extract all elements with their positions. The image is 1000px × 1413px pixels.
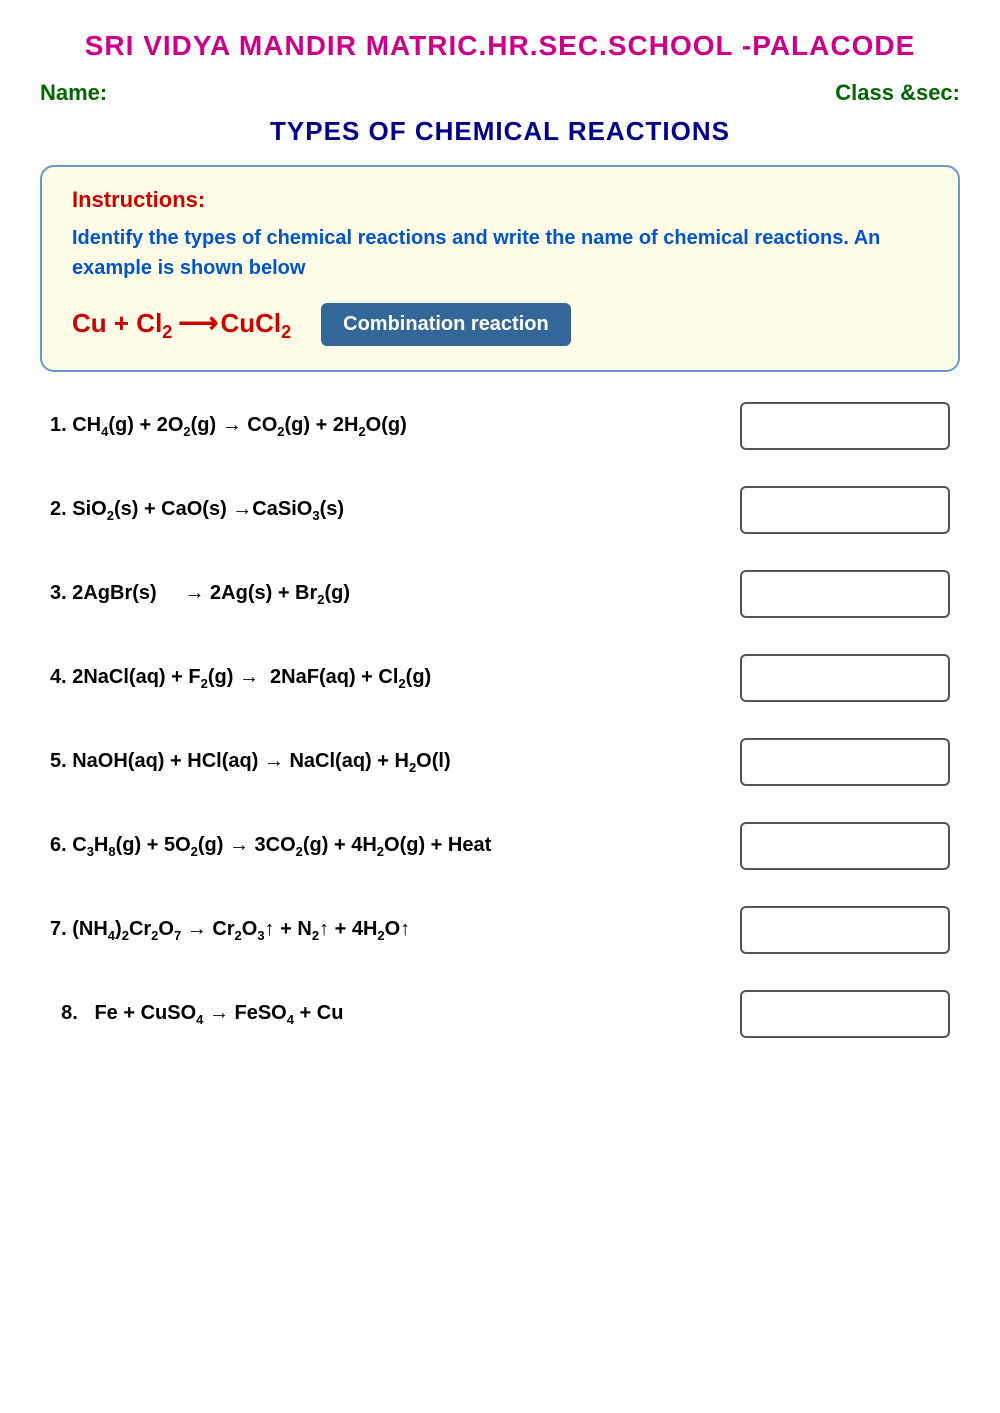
instructions-text: Identify the types of chemical reactions…	[72, 223, 928, 283]
question-2-text: 2. SiO2(s) + CaO(s) →CaSiO3(s)	[50, 498, 740, 523]
question-row-1: 1. CH4(g) + 2O2(g) → CO2(g) + 2H2O(g)	[50, 402, 950, 450]
class-label: Class &sec:	[835, 80, 960, 106]
answer-box-5[interactable]	[740, 738, 950, 786]
answer-box-1[interactable]	[740, 402, 950, 450]
question-6-text: 6. C3H8(g) + 5O2(g) → 3CO2(g) + 4H2O(g) …	[50, 834, 740, 859]
name-class-row: Name: Class &sec:	[40, 80, 960, 106]
instructions-heading: Instructions:	[72, 187, 928, 213]
page-title: TYPES OF CHEMICAL REACTIONS	[40, 116, 960, 147]
answer-box-8[interactable]	[740, 990, 950, 1038]
example-equation: Cu + Cl2 ⟶ CuCl2	[72, 306, 291, 343]
questions-section: 1. CH4(g) + 2O2(g) → CO2(g) + 2H2O(g) 2.…	[40, 402, 960, 1038]
answer-box-2[interactable]	[740, 486, 950, 534]
question-row-6: 6. C3H8(g) + 5O2(g) → 3CO2(g) + 4H2O(g) …	[50, 822, 950, 870]
instructions-box: Instructions: Identify the types of chem…	[40, 165, 960, 372]
combination-reaction-label: Combination reaction	[321, 303, 571, 346]
school-title: SRI VIDYA MANDIR MATRIC.HR.SEC.SCHOOL -P…	[40, 30, 960, 62]
question-row-4: 4. 2NaCl(aq) + F2(g) → 2NaF(aq) + Cl2(g)	[50, 654, 950, 702]
question-7-text: 7. (NH4)2Cr2O7 → Cr2O3↑ + N2↑ + 4H2O↑	[50, 918, 740, 943]
example-reactants: Cu + Cl2	[72, 308, 172, 343]
answer-box-7[interactable]	[740, 906, 950, 954]
example-arrow: ⟶	[178, 306, 214, 339]
question-row-7: 7. (NH4)2Cr2O7 → Cr2O3↑ + N2↑ + 4H2O↑	[50, 906, 950, 954]
question-4-text: 4. 2NaCl(aq) + F2(g) → 2NaF(aq) + Cl2(g)	[50, 666, 740, 691]
question-row-2: 2. SiO2(s) + CaO(s) →CaSiO3(s)	[50, 486, 950, 534]
question-row-8: 8. Fe + CuSO4 → FeSO4 + Cu	[50, 990, 950, 1038]
answer-box-4[interactable]	[740, 654, 950, 702]
question-1-text: 1. CH4(g) + 2O2(g) → CO2(g) + 2H2O(g)	[50, 414, 740, 439]
question-3-text: 3. 2AgBr(s) → 2Ag(s) + Br2(g)	[50, 582, 740, 607]
example-row: Cu + Cl2 ⟶ CuCl2 Combination reaction	[72, 303, 928, 346]
question-8-text: 8. Fe + CuSO4 → FeSO4 + Cu	[50, 1002, 740, 1027]
question-5-text: 5. NaOH(aq) + HCl(aq) → NaCl(aq) + H2O(l…	[50, 750, 740, 775]
question-row-3: 3. 2AgBr(s) → 2Ag(s) + Br2(g)	[50, 570, 950, 618]
example-products: CuCl2	[220, 308, 291, 343]
question-row-5: 5. NaOH(aq) + HCl(aq) → NaCl(aq) + H2O(l…	[50, 738, 950, 786]
answer-box-6[interactable]	[740, 822, 950, 870]
answer-box-3[interactable]	[740, 570, 950, 618]
name-label: Name:	[40, 80, 107, 106]
